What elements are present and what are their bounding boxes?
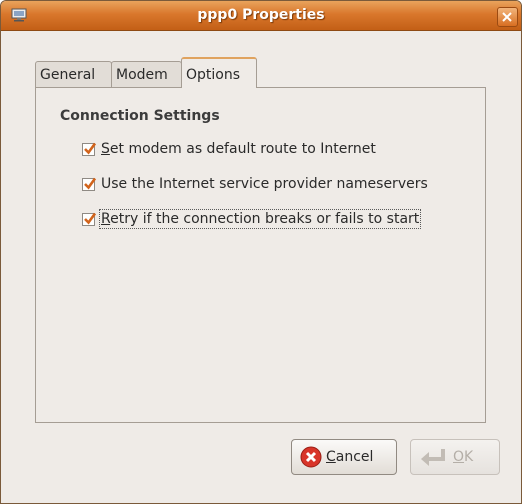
- ok-button[interactable]: OK: [410, 439, 500, 475]
- section-title: Connection Settings: [60, 108, 220, 124]
- checkbox-box[interactable]: [82, 177, 97, 191]
- checkbox-box[interactable]: [82, 212, 97, 226]
- checkbox-box[interactable]: [82, 142, 97, 156]
- provider-nameservers-checkbox[interactable]: Use the Internet service provider namese…: [82, 173, 428, 195]
- ok-return-icon: [421, 449, 445, 466]
- default-route-checkbox[interactable]: Set modem as default route to Internet: [82, 138, 376, 160]
- checkbox-label: Set modem as default route to Internet: [101, 141, 376, 157]
- window-title: ppp0 Properties: [197, 7, 325, 23]
- title-bar[interactable]: ppp0 Properties: [1, 1, 521, 31]
- retry-connection-checkbox[interactable]: Retry if the connection breaks or fails …: [82, 208, 422, 230]
- checkbox-label: Use the Internet service provider namese…: [101, 176, 428, 192]
- cancel-label: Cancel: [326, 449, 374, 465]
- tab-options[interactable]: Options: [181, 57, 257, 88]
- close-button[interactable]: [497, 7, 518, 27]
- checkbox-label: Retry if the connection breaks or fails …: [98, 209, 422, 229]
- checkmark-icon: [84, 142, 97, 154]
- dialog-window: ppp0 Properties General Modem Options Co…: [0, 0, 522, 504]
- options-panel: Connection Settings Set modem as default…: [35, 87, 486, 423]
- close-icon: [502, 12, 512, 22]
- tab-modem[interactable]: Modem: [111, 61, 182, 87]
- ok-label: OK: [453, 449, 474, 465]
- cancel-icon: [300, 446, 322, 468]
- checkmark-icon: [84, 177, 97, 189]
- tab-general[interactable]: General: [35, 61, 112, 87]
- cancel-button[interactable]: Cancel: [291, 439, 397, 475]
- checkmark-icon: [84, 212, 97, 224]
